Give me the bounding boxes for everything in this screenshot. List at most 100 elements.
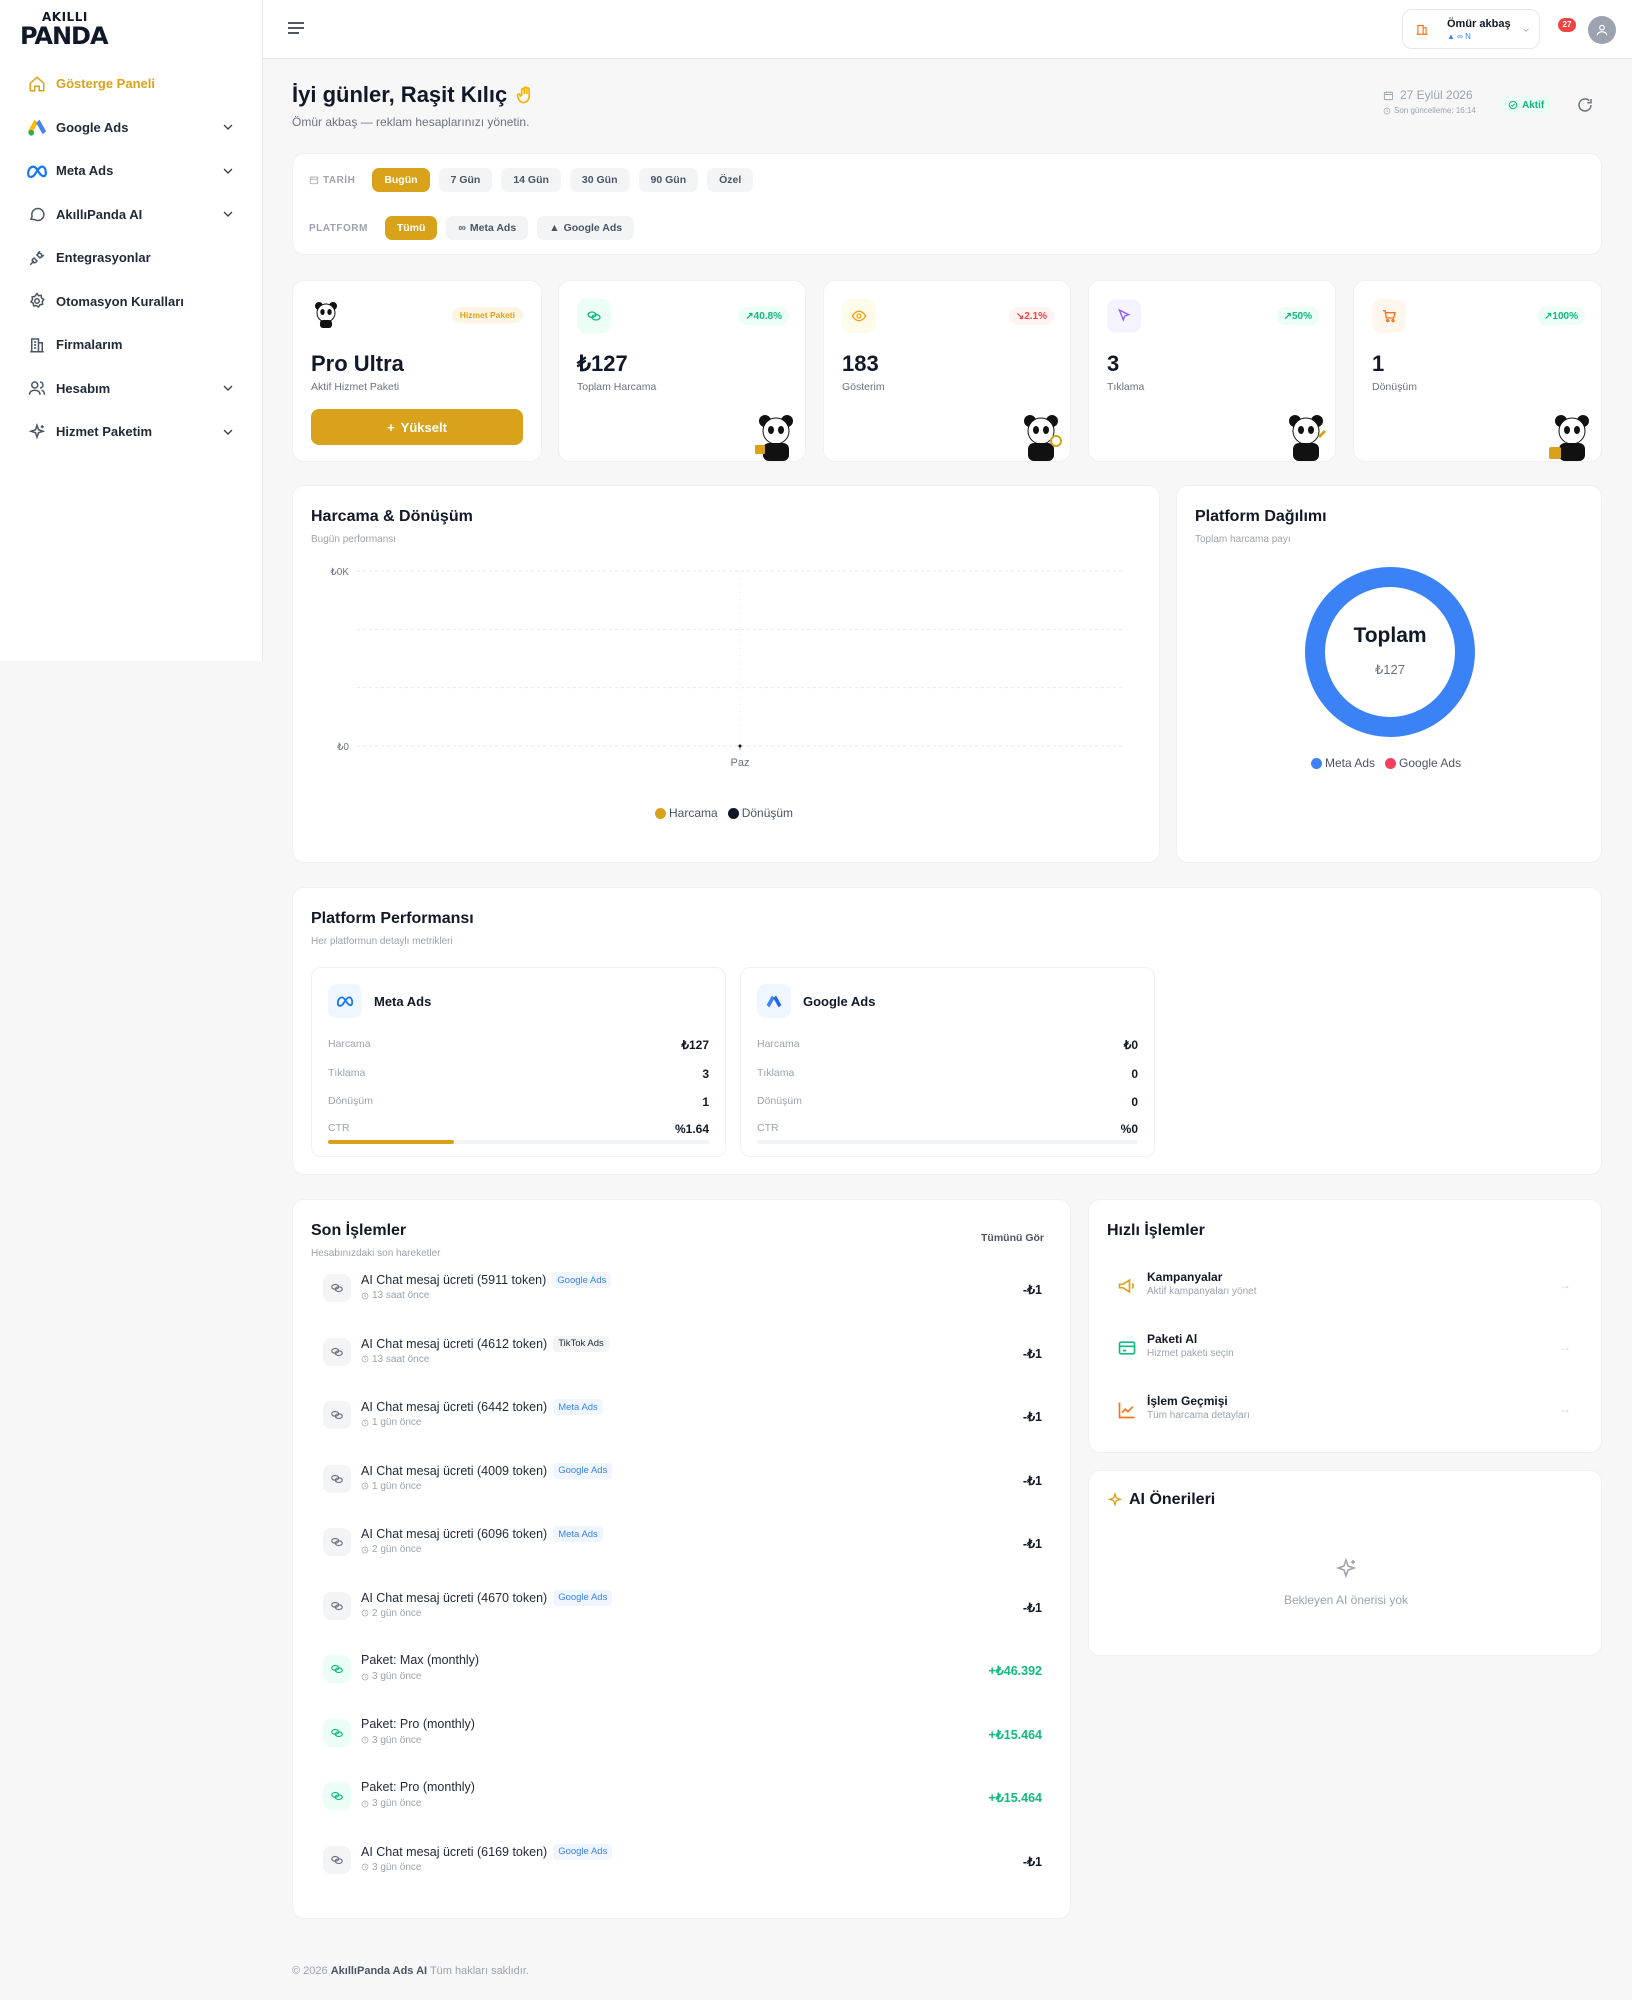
coins-icon	[323, 1528, 351, 1556]
date-filter-90d[interactable]: 90 Gün	[638, 168, 699, 192]
transaction-title-text: AI Chat mesaj ücreti (6096 token)	[361, 1527, 548, 1541]
coins-icon	[323, 1337, 351, 1366]
date-filter-7d[interactable]: 7 Gün	[438, 168, 493, 192]
brand-logo[interactable]: AKILLI PANDA	[20, 10, 109, 50]
quick-action-history[interactable]: İşlem Geçmişi Tüm harcama detayları →	[1107, 1386, 1583, 1434]
platform-performance-card: Platform Performansı Her platformun deta…	[292, 887, 1602, 1175]
transaction-time: 13 saat önce	[361, 1354, 429, 1365]
ctr-progress-bar	[328, 1140, 709, 1144]
transaction-row[interactable]: Paket: Pro (monthly) 3 gün önce +₺15.464	[311, 1770, 1052, 1830]
notifications-button[interactable]: 27	[1558, 18, 1576, 36]
menu-icon[interactable]	[287, 20, 305, 36]
platform-dist-subtitle: Toplam harcama payı	[1195, 534, 1291, 545]
stat-card-clicks: ↗ 50% 3 Tıklama	[1088, 280, 1336, 462]
sidebar-item-label: Hesabım	[56, 380, 111, 396]
platform-name: Google Ads	[803, 993, 876, 1009]
metric-row: Harcama ₺0	[757, 1038, 1138, 1052]
platform-filter-google[interactable]: ▲ Google Ads	[537, 216, 635, 240]
transaction-row[interactable]: AI Chat mesaj ücreti (5911 token) Google …	[311, 1262, 1052, 1322]
transaction-row[interactable]: AI Chat mesaj ücreti (4009 token) Google …	[311, 1453, 1052, 1513]
sparkle-icon	[26, 421, 48, 443]
date-filter-row: TARİH Bugün 7 Gün 14 Gün 30 Gün 90 Gün Ö…	[309, 168, 754, 192]
transaction-row[interactable]: Paket: Pro (monthly) 3 gün önce +₺15.464	[311, 1707, 1052, 1767]
date-filter-30d[interactable]: 30 Gün	[569, 168, 630, 192]
transaction-row[interactable]: Paket: Max (monthly) 3 gün önce +₺46.392	[311, 1643, 1052, 1703]
sidebar-item-account[interactable]: Hesabım	[14, 367, 248, 411]
transaction-row[interactable]: AI Chat mesaj ücreti (6096 token) Meta Ad…	[311, 1516, 1052, 1576]
see-all-link[interactable]: Tümünü Gör	[981, 1232, 1044, 1244]
date-filter-label: TARİH	[309, 175, 355, 186]
transaction-amount: +₺15.464	[988, 1727, 1043, 1742]
sidebar-item-integrations[interactable]: Entegrasyonlar	[14, 236, 248, 280]
account-name: Ömür akbaş	[1447, 18, 1511, 30]
transaction-row[interactable]: AI Chat mesaj ücreti (4670 token) Google …	[311, 1580, 1052, 1640]
platform-filter-meta[interactable]: ∞ Meta Ads	[446, 216, 529, 240]
transaction-time-text: 3 gün önce	[372, 1734, 422, 1746]
cart-icon	[1372, 299, 1406, 333]
quick-action-campaigns[interactable]: Kampanyalar Aktif kampanyaları yönet →	[1107, 1262, 1583, 1310]
gear-icon	[26, 290, 48, 312]
transaction-time: 3 gün önce	[361, 1862, 422, 1873]
arrow-right-icon: →	[1559, 1402, 1571, 1416]
refresh-icon[interactable]	[1576, 96, 1594, 114]
account-platforms: ▲ ∞ N	[1447, 32, 1471, 41]
metric-row: CTR %1.64	[328, 1122, 709, 1136]
clock-icon	[361, 1355, 369, 1363]
sidebar-item-service-package[interactable]: Hizmet Paketim	[14, 410, 248, 454]
calendar-icon	[309, 176, 319, 185]
quick-action-buy-package[interactable]: Paketi Al Hizmet paketi seçin →	[1107, 1324, 1583, 1372]
spend-chart-title: Harcama & Dönüşüm	[311, 508, 473, 525]
metric-value: 1	[702, 1095, 709, 1109]
quick-action-title: Paketi Al	[1147, 1332, 1198, 1346]
transaction-row[interactable]: AI Chat mesaj ücreti (6169 token) Google …	[311, 1834, 1052, 1894]
sidebar-item-google-ads[interactable]: Google Ads	[14, 106, 248, 150]
calendar-icon	[1383, 90, 1394, 100]
clock-icon	[361, 1673, 369, 1680]
platform-tag: Google Ads	[553, 1843, 613, 1860]
wave-hand-icon	[516, 86, 531, 104]
platform-perf-header: Google Ads	[757, 984, 875, 1018]
sidebar-item-dashboard[interactable]: Gösterge Paneli	[14, 62, 248, 106]
x-tick-label: Paz	[731, 757, 750, 769]
legend-label: Dönüşüm	[741, 806, 794, 820]
metric-key: CTR	[328, 1122, 350, 1134]
transaction-row[interactable]: AI Chat mesaj ücreti (6442 token) Meta Ad…	[311, 1389, 1052, 1449]
transaction-row[interactable]: AI Chat mesaj ücreti (4612 token) TikTok …	[311, 1326, 1052, 1386]
quick-action-sub: Aktif kampanyaları yönet	[1147, 1286, 1257, 1297]
quick-action-title: İşlem Geçmişi	[1147, 1394, 1228, 1408]
upgrade-button[interactable]: + Yükselt	[311, 409, 523, 445]
platform-perf-meta: Meta Ads Harcama ₺127 Tıklama 3 Dönüşüm 1 C…	[311, 967, 726, 1157]
platform-filter-all[interactable]: Tümü	[384, 216, 438, 240]
users-icon	[26, 377, 48, 399]
quick-actions-title: Hızlı İşlemler	[1107, 1222, 1205, 1239]
platform-filter-meta-label: Meta Ads	[469, 222, 517, 234]
sidebar-item-label: AkıllıPanda AI	[56, 206, 143, 222]
transaction-time-text: 13 saat önce	[372, 1353, 430, 1365]
clock-icon	[361, 1482, 369, 1490]
stat-value: ₺127	[577, 351, 628, 376]
stat-label: Toplam Harcama	[577, 381, 657, 393]
avatar[interactable]	[1588, 16, 1616, 44]
transaction-time: 13 saat önce	[361, 1290, 429, 1301]
package-tag: Hizmet Paketi	[451, 307, 523, 323]
date-filter-custom[interactable]: Özel	[707, 168, 754, 192]
transaction-time: 3 gün önce	[361, 1798, 422, 1809]
panda-mascot-icon	[755, 415, 793, 461]
platform-filter-google-label: Google Ads	[563, 222, 623, 234]
sidebar-item-companies[interactable]: Firmalarım	[14, 323, 248, 367]
sidebar-item-meta-ads[interactable]: Meta Ads	[14, 149, 248, 193]
transaction-title: Paket: Pro (monthly)	[361, 1717, 475, 1731]
megaphone-icon	[1118, 1278, 1134, 1294]
date-filter-today[interactable]: Bugün	[372, 168, 430, 192]
account-switcher[interactable]: Ömür akbaş ▲ ∞ N	[1402, 9, 1540, 49]
transaction-time-text: 1 gün önce	[372, 1417, 422, 1428]
stat-label: Tıklama	[1107, 381, 1145, 393]
platform-perf-title: Platform Performansı	[311, 910, 474, 927]
sidebar-item-automation[interactable]: Otomasyon Kuralları	[14, 280, 248, 324]
y-tick-label: ₺0	[337, 742, 349, 753]
metric-key: Dönüşüm	[757, 1095, 802, 1107]
date-filter-14d[interactable]: 14 Gün	[501, 168, 561, 192]
transaction-title: AI Chat mesaj ücreti (5911 token) Google …	[361, 1272, 612, 1288]
legend-dot	[1311, 757, 1322, 769]
sidebar-item-ai[interactable]: AkıllıPanda AI	[14, 193, 248, 237]
